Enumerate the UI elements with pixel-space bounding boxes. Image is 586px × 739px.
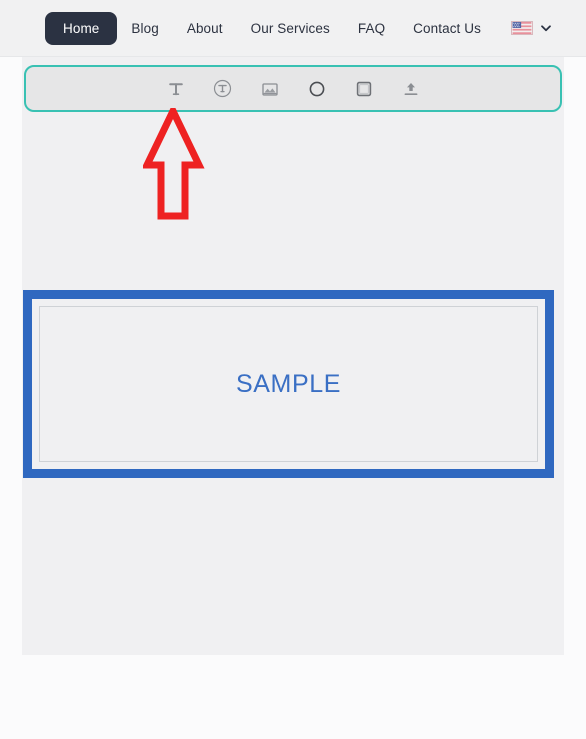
- us-flag-icon: [510, 21, 533, 35]
- sample-image-block[interactable]: SAMPLE: [23, 290, 554, 478]
- nav-item-blog[interactable]: Blog: [117, 12, 172, 45]
- circle-icon[interactable]: [305, 77, 329, 101]
- chevron-down-icon[interactable]: [540, 22, 552, 34]
- sample-watermark-text: SAMPLE: [235, 369, 342, 398]
- text-t-icon[interactable]: [164, 77, 188, 101]
- editor-toolbar: [24, 65, 562, 112]
- image-icon[interactable]: [258, 77, 282, 101]
- nav-item-faq[interactable]: FAQ: [344, 12, 399, 45]
- square-icon[interactable]: [352, 77, 376, 101]
- nav-menu: Home Blog About Our Services FAQ Contact…: [0, 11, 552, 45]
- nav-item-home[interactable]: Home: [45, 11, 118, 45]
- nav-item-contact-us[interactable]: Contact Us: [399, 12, 495, 45]
- language-switcher[interactable]: [510, 21, 552, 35]
- upload-icon[interactable]: [399, 77, 423, 101]
- top-navigation-bar: Home Blog About Our Services FAQ Contact…: [0, 0, 586, 57]
- circled-t-icon[interactable]: [211, 77, 235, 101]
- nav-item-about[interactable]: About: [173, 12, 237, 45]
- nav-item-our-services[interactable]: Our Services: [237, 12, 344, 45]
